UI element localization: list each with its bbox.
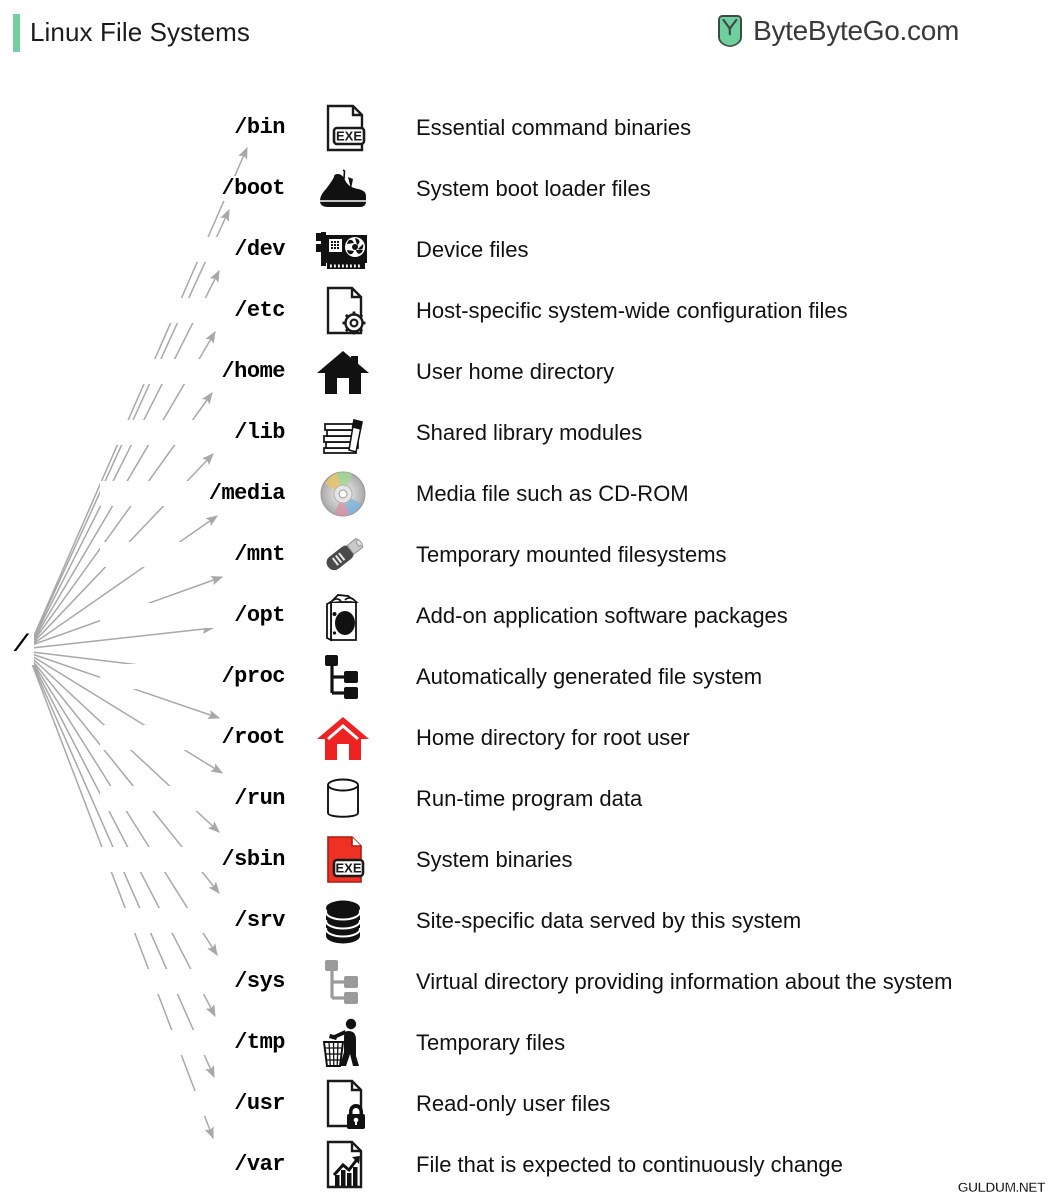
open-box-icon (308, 588, 378, 644)
row-home[interactable]: /home User home directory (0, 341, 1051, 402)
row-srv[interactable]: /srv Site-specific data served by this s… (0, 890, 1051, 951)
description-bin: Essential command binaries (416, 114, 692, 140)
description-dev: Device files (416, 236, 529, 262)
row-proc[interactable]: /proc Automatically generated file syste… (0, 646, 1051, 707)
row-bin[interactable]: /bin EXE Essential command binaries (0, 97, 1051, 158)
row-opt[interactable]: /opt Add-on application software package… (0, 585, 1051, 646)
row-boot[interactable]: /boot System boot loader files (0, 158, 1051, 219)
path-label-tmp: /tmp (100, 1030, 286, 1055)
description-run: Run-time program data (416, 785, 643, 811)
description-opt: Add-on application software packages (416, 602, 788, 628)
description-home: User home directory (416, 358, 615, 384)
path-label-srv: /srv (100, 908, 286, 933)
description-etc: Host-specific system-wide configuration … (416, 297, 848, 323)
cylinder-icon (308, 771, 378, 827)
path-label-home: /home (100, 359, 286, 384)
description-sys: Virtual directory providing information … (416, 968, 953, 994)
path-label-var: /var (100, 1152, 286, 1177)
description-mnt: Temporary mounted filesystems (416, 541, 727, 567)
path-label-mnt: /mnt (100, 542, 286, 567)
description-media: Media file such as CD-ROM (416, 480, 689, 506)
path-label-proc: /proc (100, 664, 286, 689)
row-mnt[interactable]: /mnt Temporary mounted filesystems (0, 524, 1051, 585)
row-tmp[interactable]: /tmp Temporary files (0, 1012, 1051, 1073)
row-sbin[interactable]: /sbin EXE System binaries (0, 829, 1051, 890)
file-chart-icon (308, 1137, 378, 1193)
tree-nodes-icon (308, 649, 378, 705)
row-usr[interactable]: /usr Read-only user files (0, 1073, 1051, 1134)
exe-file-icon: EXE (308, 100, 378, 156)
path-label-dev: /dev (100, 237, 286, 262)
file-lock-icon (308, 1076, 378, 1132)
usb-drive-icon (308, 527, 378, 583)
description-sbin: System binaries (416, 846, 573, 872)
path-label-etc: /etc (100, 298, 286, 323)
path-label-media: /media (100, 481, 286, 506)
path-label-run: /run (100, 786, 286, 811)
watermark: GULDUM.NET (957, 1179, 1046, 1196)
row-var[interactable]: /var File that is expected to continuous… (0, 1134, 1051, 1195)
path-label-sys: /sys (100, 969, 286, 994)
row-sys[interactable]: /sys Virtual directory providing informa… (0, 951, 1051, 1012)
row-root[interactable]: /root Home directory for root user (0, 707, 1051, 768)
description-var: File that is expected to continuously ch… (416, 1151, 843, 1177)
row-dev[interactable]: /dev Device files (0, 219, 1051, 280)
filesystem-rows: /bin EXE Essential command binaries /boo… (0, 0, 1051, 1200)
description-usr: Read-only user files (416, 1090, 611, 1116)
file-gear-icon (308, 283, 378, 339)
svg-text:EXE: EXE (336, 128, 362, 143)
row-run[interactable]: /run Run-time program data (0, 768, 1051, 829)
description-srv: Site-specific data served by this system (416, 907, 802, 933)
path-label-root: /root (100, 725, 286, 750)
cd-disc-icon (308, 466, 378, 522)
row-lib[interactable]: /lib Shared library modules (0, 402, 1051, 463)
description-root: Home directory for root user (416, 724, 690, 750)
expansion-card-icon (308, 222, 378, 278)
house-icon (308, 344, 378, 400)
path-label-opt: /opt (100, 603, 286, 628)
description-proc: Automatically generated file system (416, 663, 763, 689)
path-label-usr: /usr (100, 1091, 286, 1116)
path-label-boot: /boot (100, 176, 286, 201)
path-label-sbin: /sbin (100, 847, 286, 872)
description-lib: Shared library modules (416, 419, 643, 445)
description-boot: System boot loader files (416, 175, 651, 201)
red-house-icon (308, 710, 378, 766)
red-exe-file-icon: EXE (308, 832, 378, 888)
path-label-bin: /bin (100, 115, 286, 140)
book-stack-icon (308, 405, 378, 461)
description-tmp: Temporary files (416, 1029, 566, 1055)
svg-text:EXE: EXE (335, 860, 361, 875)
database-stack-icon (308, 893, 378, 949)
row-etc[interactable]: /etc Host-specific system-wide configura… (0, 280, 1051, 341)
path-label-lib: /lib (100, 420, 286, 445)
row-media[interactable]: /media Media file such as CD-ROM (0, 463, 1051, 524)
grey-tree-nodes-icon (308, 954, 378, 1010)
trash-person-icon (308, 1015, 378, 1071)
boot-shoe-icon (308, 161, 378, 217)
